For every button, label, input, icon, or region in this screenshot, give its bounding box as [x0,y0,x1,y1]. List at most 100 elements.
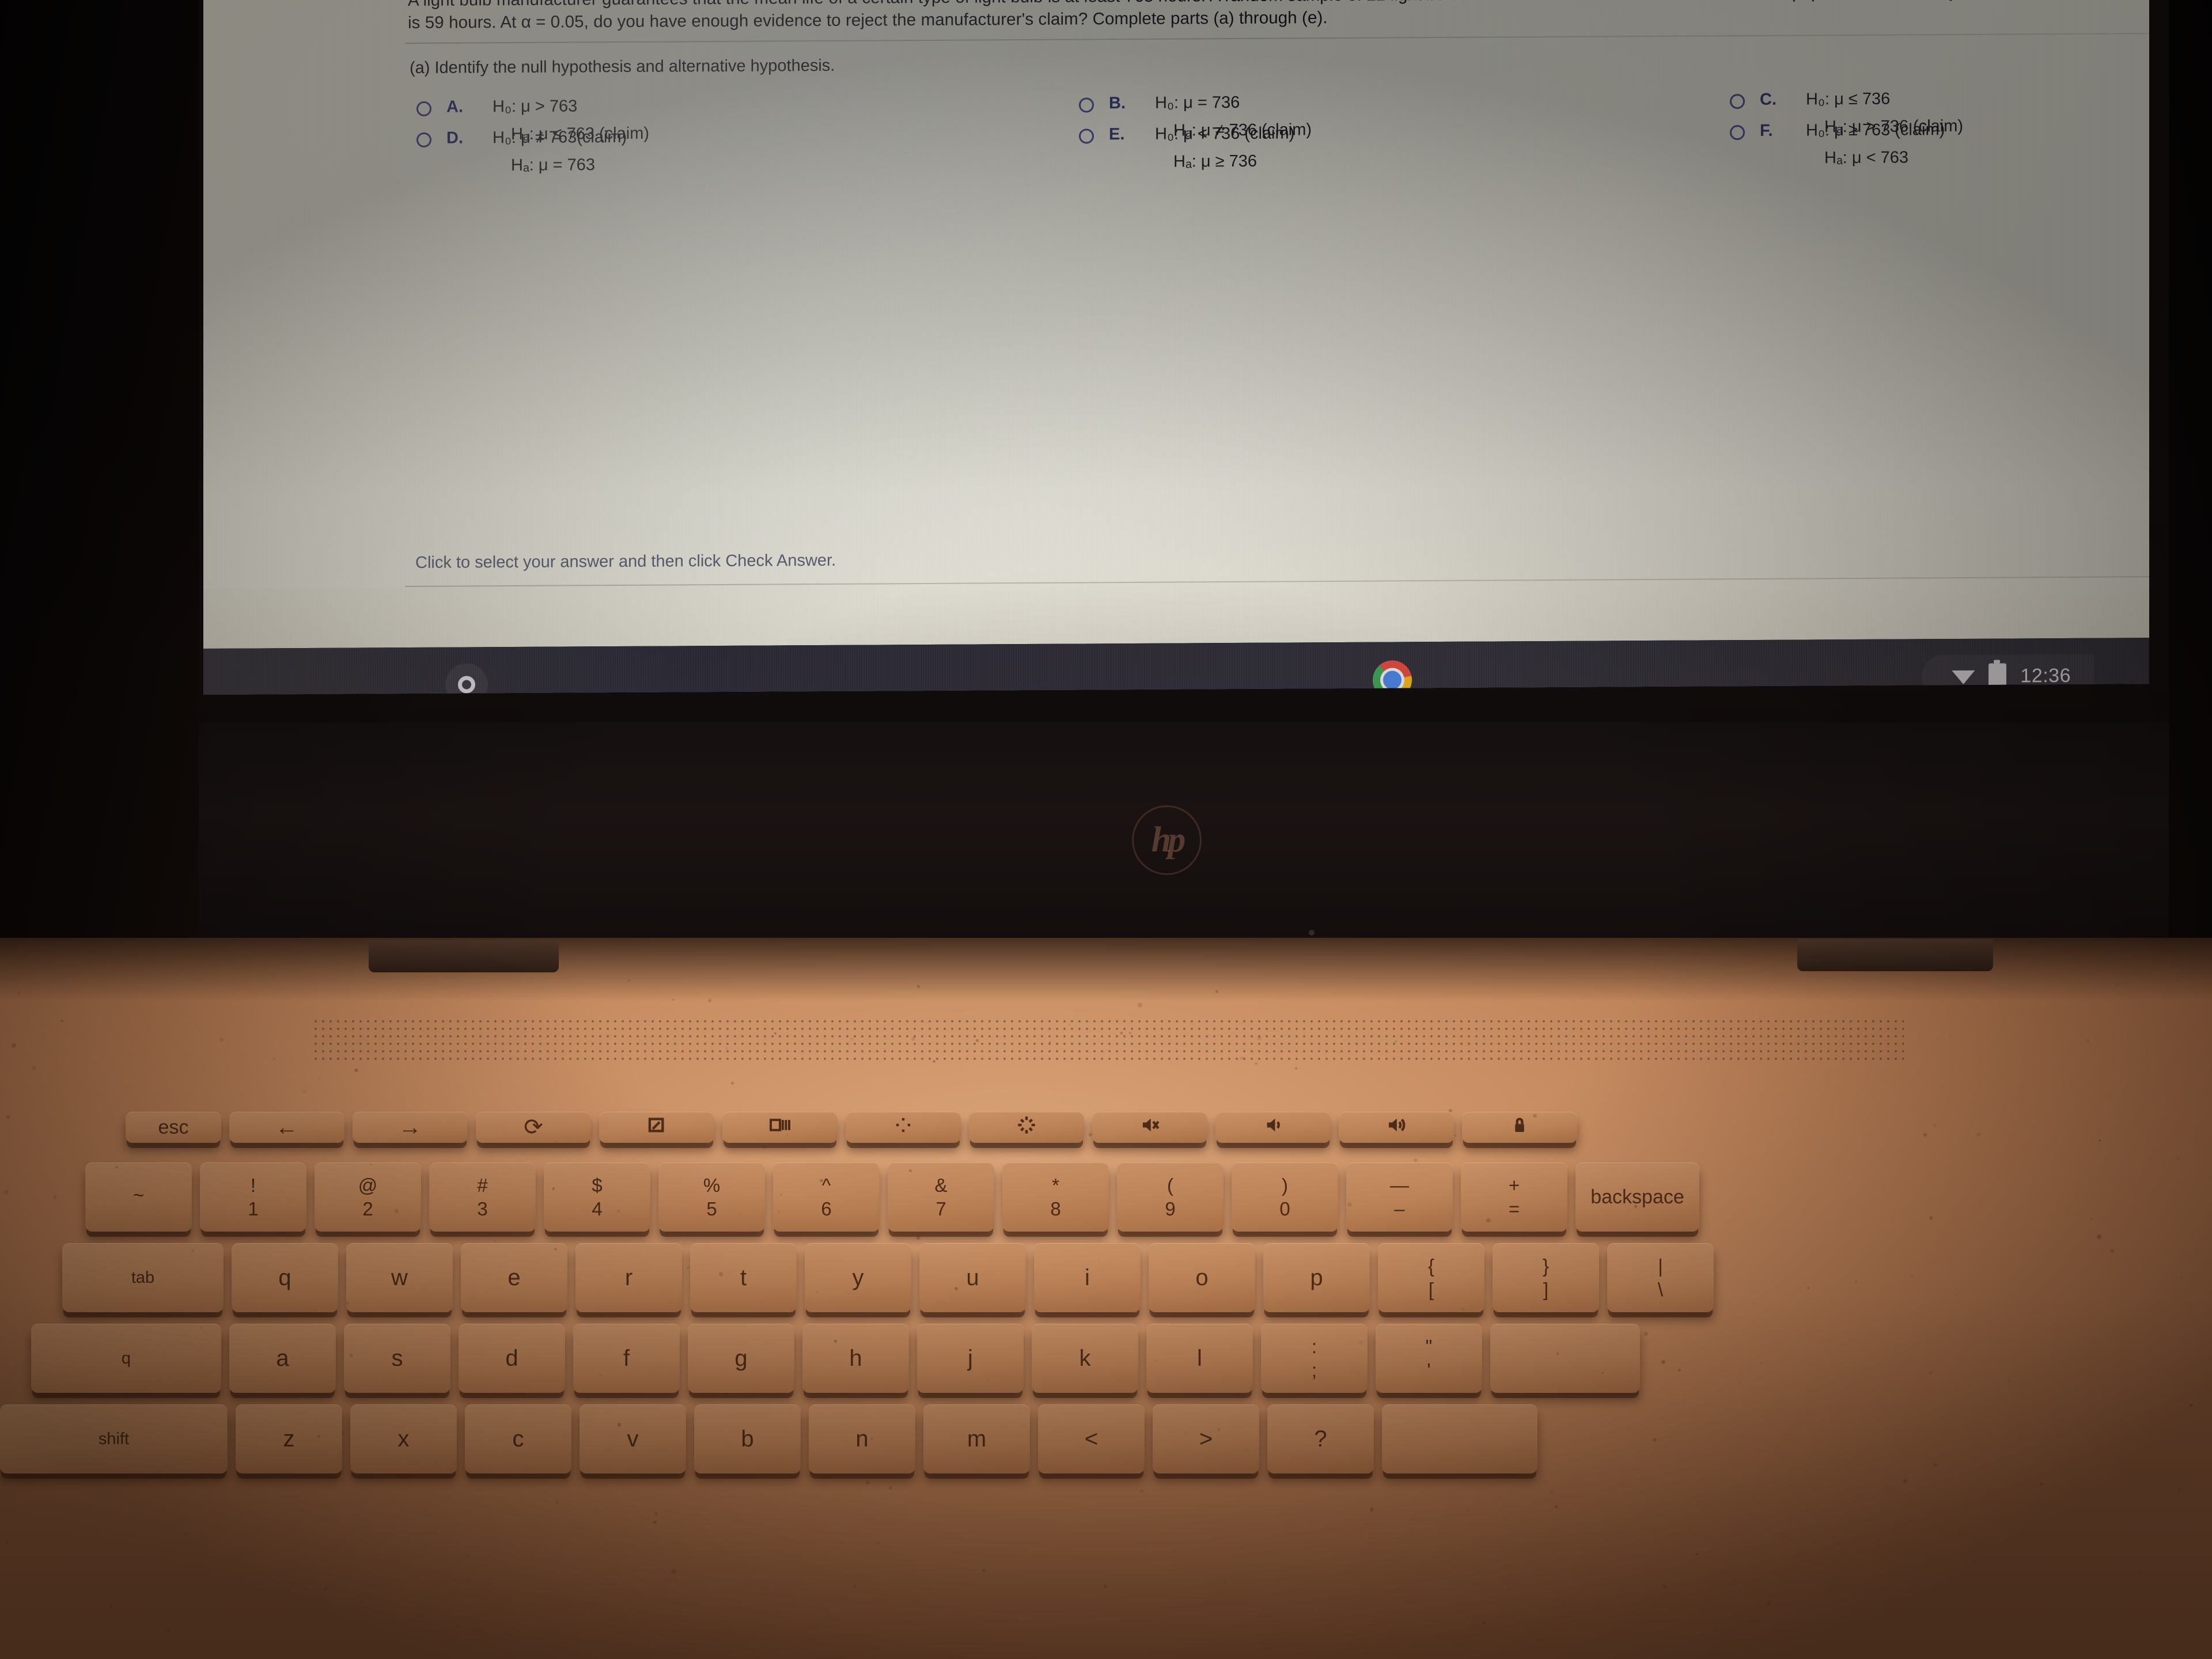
dust-fleck [982,1569,985,1572]
m-key[interactable]: m [923,1404,1030,1474]
reload-key[interactable]: ⟳ [476,1112,591,1143]
digit-8-key[interactable]: * 8 [1002,1162,1109,1232]
h-key[interactable]: h [802,1324,909,1393]
ambient-left-background [0,0,207,950]
s-key[interactable]: s [344,1324,450,1393]
dust-fleck [1807,1286,1809,1289]
enter-key[interactable] [1490,1324,1640,1393]
k-key[interactable]: k [1032,1324,1138,1393]
b-key[interactable]: b [694,1404,801,1474]
c-key[interactable]: c [465,1404,571,1474]
dust-fleck [685,1390,687,1392]
bracket-right-key[interactable]: }] [1493,1243,1599,1312]
p-key[interactable]: p [1263,1243,1370,1312]
speaker-grille [314,1020,1904,1065]
brightness-up-key[interactable] [969,1112,1084,1143]
digit-2-key[interactable]: @2 [315,1162,421,1232]
digit-2-key-legend: @2 [358,1175,378,1219]
u-key[interactable]: u [919,1243,1026,1312]
overview-key[interactable] [722,1112,838,1143]
radio-button-b[interactable] [1079,97,1094,113]
v-key[interactable]: v [579,1404,686,1474]
period-key[interactable]: > [1153,1404,1259,1474]
mute-key[interactable] [1092,1112,1207,1143]
option-a[interactable]: A. H₀: μ > 763 Hₐ: μ ≤ 763 (claim) [416,94,1096,143]
launcher-circle-icon [458,676,475,694]
n-key[interactable]: n [809,1404,915,1474]
tab-key[interactable]: tab [62,1243,224,1312]
digit-1-key[interactable]: ! 1 [200,1162,306,1232]
dust-fleck [1347,1202,1353,1207]
d-key[interactable]: d [459,1324,565,1393]
e-key[interactable]: e [461,1243,567,1312]
volume-up-key[interactable] [1339,1112,1454,1143]
period-key-legend: > [1199,1426,1213,1452]
dust-fleck [854,1584,857,1587]
fullscreen-key[interactable] [599,1112,714,1143]
digit-8-key-legend: * 8 [1050,1175,1061,1219]
lock-key[interactable] [1462,1112,1577,1143]
t-key[interactable]: t [690,1243,797,1312]
back-key[interactable]: ← [229,1112,344,1143]
f-key[interactable]: f [573,1324,680,1393]
forward-key[interactable]: → [353,1112,468,1143]
tilde-key-legend: ~ [132,1184,145,1206]
semicolon-key[interactable]: :; [1261,1324,1368,1393]
comma-key[interactable]: < [1038,1404,1145,1474]
dust-fleck [1923,1132,1927,1137]
z-key[interactable]: z [236,1404,342,1474]
minus-key[interactable]: — – [1346,1162,1453,1232]
dust-fleck [2090,1217,2092,1219]
digit-3-key[interactable]: #3 [429,1162,536,1232]
o-key[interactable]: o [1149,1243,1255,1312]
dust-fleck [617,1423,622,1427]
option-a-h0: H₀: μ > 763 [493,97,578,116]
radio-button-d[interactable] [416,132,431,147]
a-key[interactable]: a [229,1324,336,1393]
apostrophe-key[interactable]: " ' [1376,1324,1482,1393]
dust-fleck [672,999,675,1001]
backslash-key[interactable]: | \ [1607,1243,1714,1312]
option-b[interactable]: B. H₀: μ = 736 Hₐ: μ ≠ 736 (claim) [1079,90,1759,140]
dust-fleck [954,1287,958,1290]
lock-icon [1508,1114,1531,1141]
dust-fleck [2008,1380,2010,1382]
digit-0-key[interactable]: ) 0 [1232,1162,1338,1232]
tilde-key[interactable]: ~ [85,1162,192,1232]
x-key[interactable]: x [350,1404,457,1474]
l-key[interactable]: l [1146,1324,1253,1393]
slash-key[interactable]: ? [1267,1404,1374,1474]
radio-button-f[interactable] [1730,125,1745,141]
digit-6-key[interactable]: ^ 6 [773,1162,880,1232]
j-key[interactable]: j [917,1324,1024,1393]
w-key[interactable]: w [346,1243,453,1312]
i-key-legend: i [1085,1265,1090,1290]
bracket-left-key[interactable]: {[ [1378,1243,1484,1312]
esc-key[interactable]: esc [126,1112,221,1143]
digit-7-key[interactable]: & 7 [888,1162,994,1232]
option-c[interactable]: C. H₀: μ ≤ 736 Hₐ: μ > 736 (claim) [1730,87,2149,136]
radio-button-e[interactable] [1079,128,1094,144]
j-key-legend: j [968,1346,973,1371]
brightness-down-key[interactable] [846,1112,961,1143]
radio-button-a[interactable] [416,101,431,116]
g-key[interactable]: g [688,1324,794,1393]
digit-9-key[interactable]: (9 [1117,1162,1224,1232]
radio-button-c[interactable] [1730,94,1745,109]
digit-4-key[interactable]: $4 [544,1162,650,1232]
digit-5-key[interactable]: % 5 [658,1162,765,1232]
q-key[interactable]: q [232,1243,338,1312]
p-key-legend: p [1310,1265,1323,1290]
digit-7-key-legend: & 7 [934,1175,948,1219]
volume-down-key[interactable] [1215,1112,1331,1143]
shift-right-key[interactable] [1382,1404,1537,1474]
backspace-key[interactable]: backspace [1575,1162,1699,1232]
y-key[interactable]: y [805,1243,911,1312]
i-key[interactable]: i [1034,1243,1141,1312]
dust-fleck [28,1478,30,1480]
shift-left-key[interactable]: shift [0,1404,228,1474]
r-key[interactable]: r [575,1243,682,1312]
dust-fleck [1140,1489,1143,1493]
search-key[interactable]: q [31,1324,221,1393]
equals-key[interactable]: + = [1461,1162,1567,1232]
